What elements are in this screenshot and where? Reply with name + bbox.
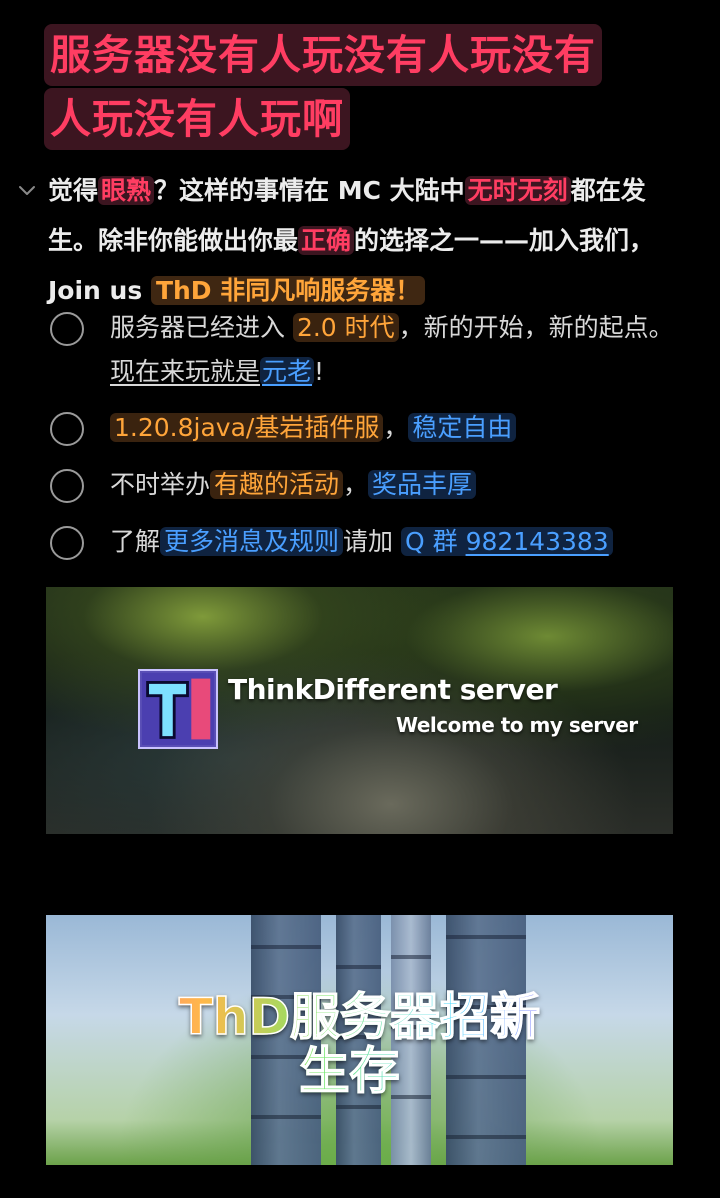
todo-text: ， (343, 470, 369, 499)
banner-subtitle: Welcome to my server (396, 713, 638, 737)
todo-text: ， (383, 413, 409, 442)
todo-text: 请加 (343, 527, 401, 556)
recruit-title-line-2: 生存 (46, 1044, 663, 1098)
todo-highlight: 2.0 时代 (292, 313, 399, 342)
todo-text: 不时举办 (110, 470, 211, 499)
qq-group-label: Q 群 (404, 527, 466, 556)
intro-text-2: ？这样的事情在 MC 大陆中 (154, 176, 465, 205)
server-banner-image[interactable]: ThinkDifferent server Welcome to my serv… (46, 587, 673, 834)
chevron-down-icon[interactable] (16, 180, 38, 202)
todo-link[interactable]: 现在来玩就是 (110, 357, 260, 386)
todo-text: ，新的开始，新的起点。 (398, 313, 674, 342)
qq-group-link[interactable]: 982143383 (466, 527, 609, 556)
todo-link-highlight[interactable]: 元老 (260, 357, 315, 386)
recruit-banner-image[interactable]: ThD服务器招新 生存 (46, 915, 673, 1165)
todo-highlight: 有趣的活动 (210, 470, 344, 499)
intro-text-1: 觉得 (48, 176, 99, 205)
note-page: 服务器没有人玩没有人玩没有 人玩没有人玩啊 觉得 眼熟 ？这样的事情在 MC 大陆中… (0, 0, 720, 1198)
intro-highlight-4: ThD 非同凡响服务器！ (150, 276, 426, 305)
toggle-paragraph[interactable]: 觉得 眼熟 ？这样的事情在 MC 大陆中 无时无刻 都在发生。除非你能做出你最 正确 的选择… (48, 166, 688, 316)
todo-highlight: Q 群 982143383 (400, 527, 613, 556)
intro-highlight-3: 正确 (298, 226, 355, 255)
todo-highlight: 1.20.8java/基岩插件服 (110, 413, 384, 442)
intro-highlight-2: 无时无刻 (464, 176, 571, 205)
todo-highlight: 更多消息及规则 (160, 527, 344, 556)
todo-highlight: 奖品丰厚 (368, 470, 477, 499)
banner-title: ThinkDifferent server (228, 673, 558, 706)
todo-highlight: 稳定自由 (408, 413, 517, 442)
checkbox-circle-icon[interactable] (50, 526, 84, 560)
heading-line-1: 服务器没有人玩没有人玩没有 (44, 24, 602, 86)
checkbox-circle-icon[interactable] (50, 412, 84, 446)
todo-item[interactable]: 1.20.8java/基岩插件服，稳定自由 (44, 406, 684, 450)
todo-text: 服务器已经进入 (110, 313, 293, 342)
todo-item[interactable]: 服务器已经进入 2.0 时代 ，新的开始，新的起点。现在来玩就是元老! (44, 306, 684, 394)
checkbox-circle-icon[interactable] (50, 312, 84, 346)
page-heading[interactable]: 服务器没有人玩没有人玩没有 人玩没有人玩啊 (44, 24, 684, 152)
todo-item[interactable]: 了解 更多消息及规则 请加 Q 群 982143383 (44, 520, 684, 564)
todo-text: ! (314, 357, 325, 386)
todo-item[interactable]: 不时举办 有趣的活动，奖品丰厚 (44, 463, 684, 507)
checkbox-circle-icon[interactable] (50, 469, 84, 503)
server-logo (138, 669, 218, 749)
todo-list: 服务器已经进入 2.0 时代 ，新的开始，新的起点。现在来玩就是元老! 1.20.… (44, 306, 684, 564)
recruit-title-line-1: ThD服务器招新 (46, 990, 673, 1044)
intro-highlight-1: 眼熟 (98, 176, 155, 205)
heading-line-2: 人玩没有人玩啊 (44, 88, 350, 150)
todo-text: 了解 (110, 527, 161, 556)
